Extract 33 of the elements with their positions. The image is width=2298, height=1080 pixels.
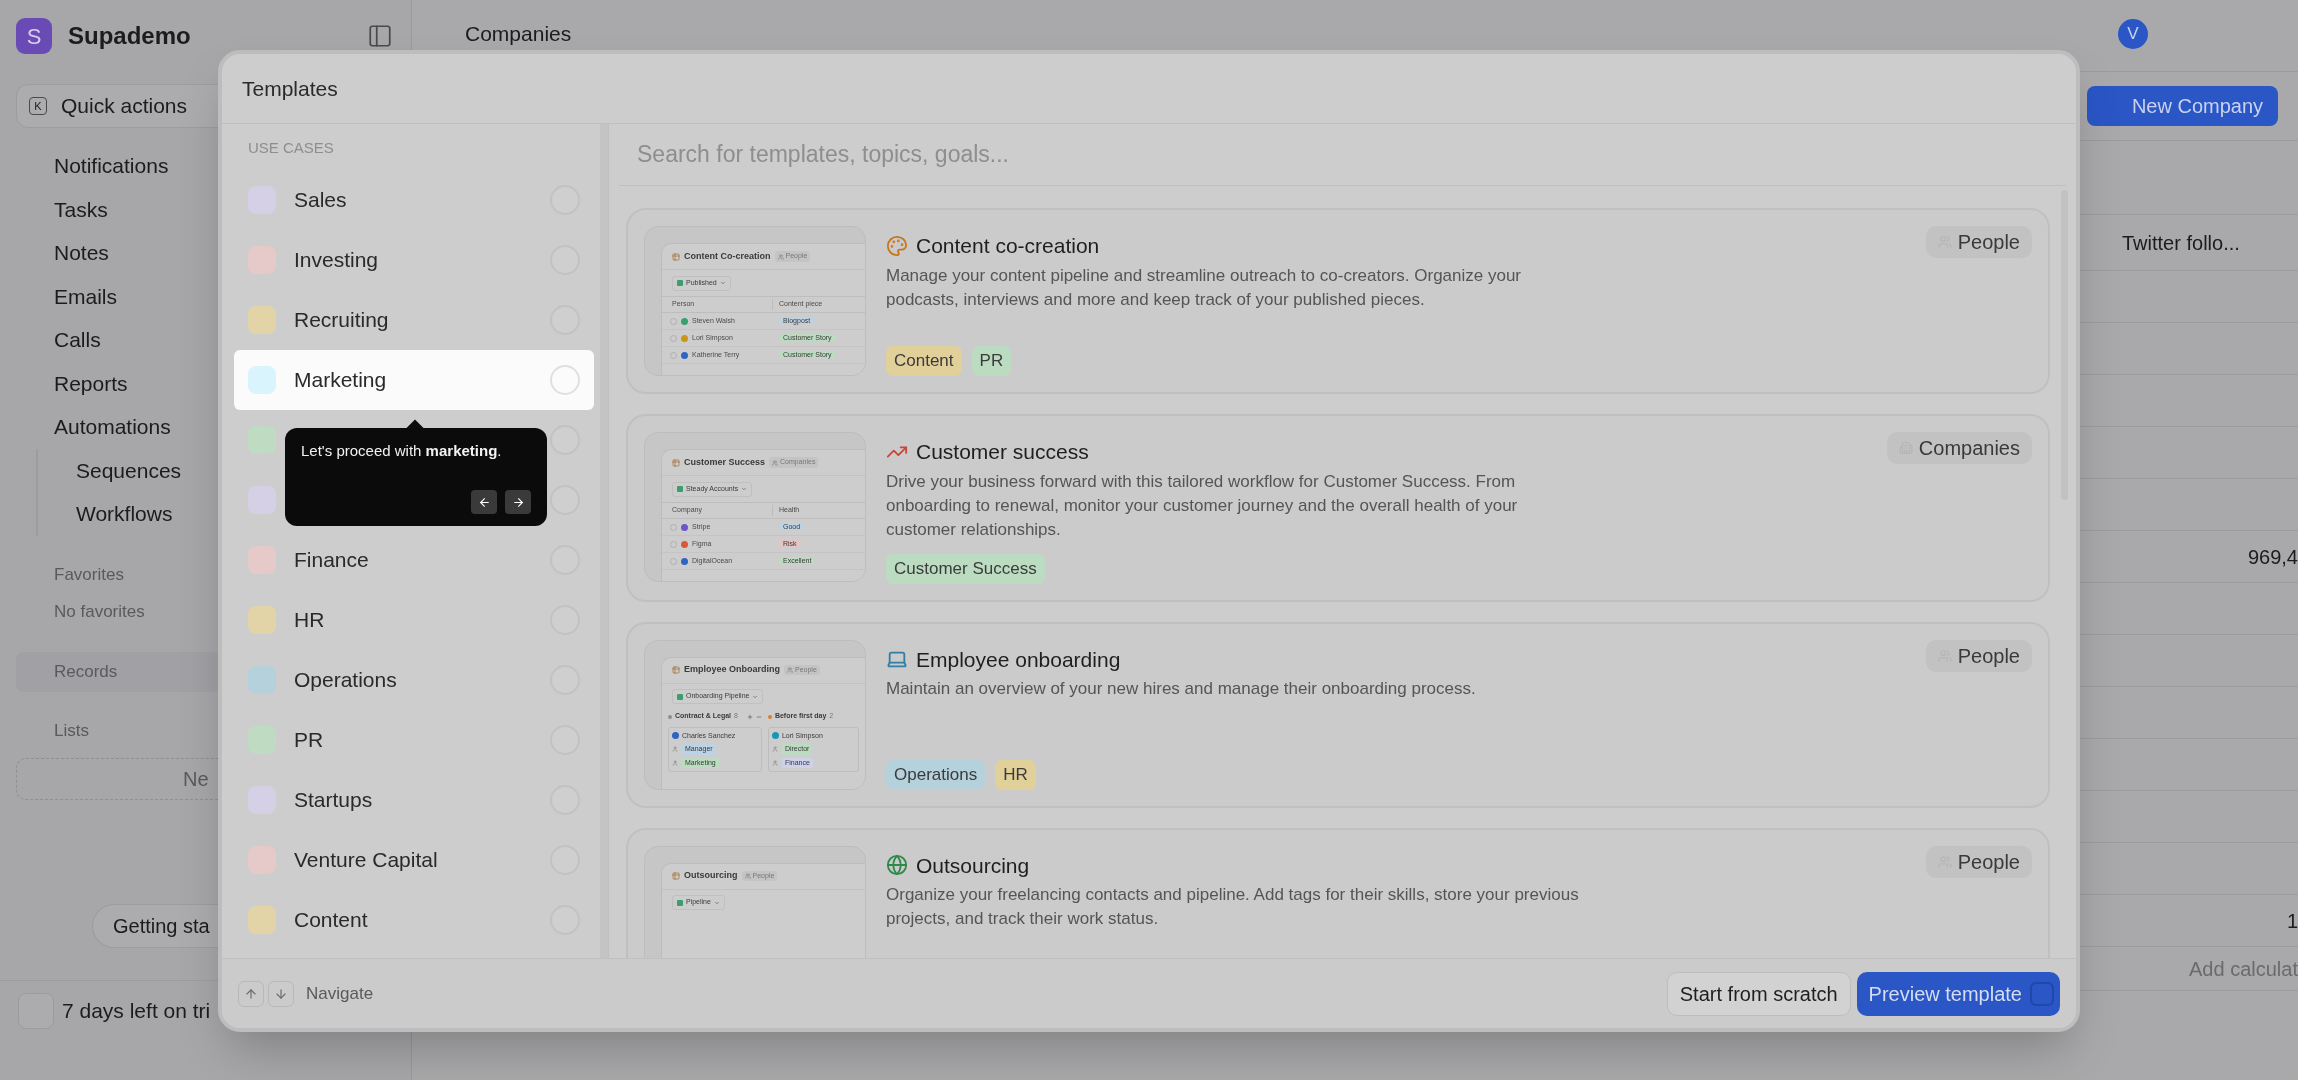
scope-badge: Companies [1886, 432, 2032, 464]
category-tag: Customer Success [886, 553, 1045, 584]
template-description: Manage your content pipeline and streamline outreach to co-creators. Organize your podcasts, interviews and more and keep track of your published pieces. [886, 264, 1523, 311]
tooltip-text: Let's proceed with marketing. [301, 441, 503, 461]
template-title: Employee onboarding [916, 646, 1121, 673]
preview-title: Employee Onboarding [684, 663, 780, 677]
workspace-name: Supademo [68, 21, 191, 51]
table-cell-text: 1 [2286, 908, 2298, 934]
shortcut-key: K [29, 97, 47, 115]
section-heading: Favorites [54, 563, 124, 586]
scope-badge: People [1925, 639, 2032, 672]
preview-title: Customer Success [684, 455, 766, 469]
navigate-hint: Navigate [306, 982, 374, 1005]
page-title: Companies [465, 20, 572, 47]
scope-badge: People [1925, 845, 2032, 878]
table-cell-text: 969,4 [2247, 544, 2298, 570]
category-tag: HR [995, 759, 1036, 790]
preview-title: Outsourcing [684, 869, 738, 883]
trial-status: 7 days left on tri [62, 997, 211, 1024]
category-tag: Operations [886, 759, 986, 790]
template-title: Customer success [916, 439, 1089, 465]
template-description: Organize your freelancing contacts and pipeline. Add tags for their skills, store your previous projects, and track their work status. [886, 884, 1580, 930]
template-description: Drive your business forward with this tailored workflow for Customer Success. From onboarding to renewal, monitor your customer journey and the overall health of your customer relationships. [886, 470, 1519, 541]
template-description: Maintain an overview of your new hires and manage their onboarding process. [886, 678, 1477, 700]
category-tag: PR [971, 346, 1012, 376]
preview-title: Content Co-creation [684, 249, 771, 263]
template-title: Content co-creation [916, 233, 1100, 259]
empty-message: No favorites [54, 600, 145, 623]
section-heading: Lists [54, 719, 89, 742]
template-title: Outsourcing [916, 852, 1030, 879]
category-tag: Content [886, 346, 962, 376]
section-heading: USE CASES [247, 138, 335, 158]
scope-badge: People [1925, 226, 2032, 258]
